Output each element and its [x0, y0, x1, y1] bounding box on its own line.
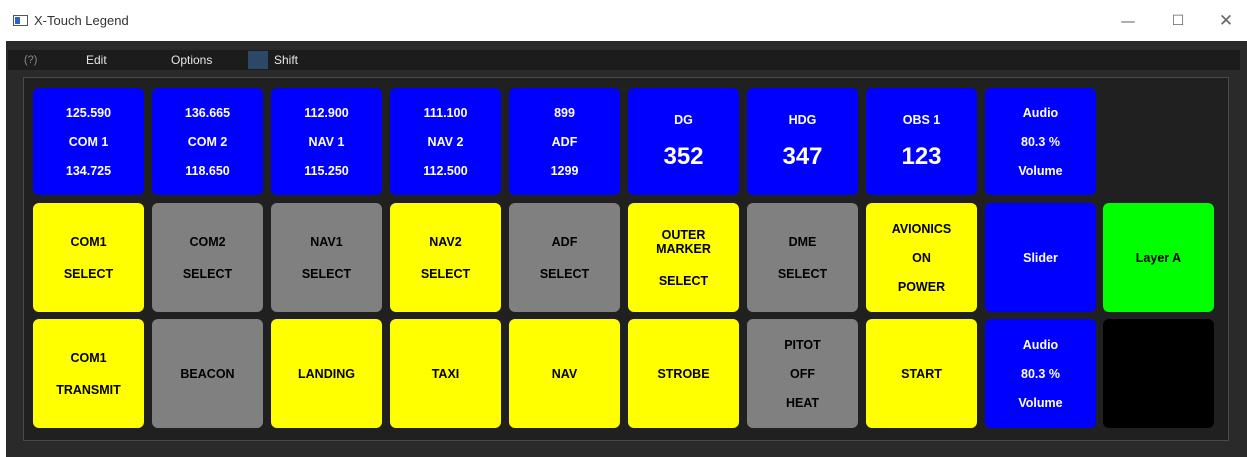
key-line: START	[901, 366, 942, 381]
key-line: SELECT	[182, 266, 233, 281]
key-line: 136.665	[184, 105, 231, 120]
menu-options[interactable]: Options	[171, 50, 212, 70]
menu-edit[interactable]: Edit	[86, 50, 107, 70]
key-landing[interactable]: LANDING	[271, 319, 382, 428]
key-line: MARKER	[656, 241, 711, 256]
key-nav2-select[interactable]: NAV2 SELECT	[390, 203, 501, 312]
key-line: Slider	[1023, 250, 1058, 265]
key-line: COM2	[189, 234, 226, 249]
key-line: LANDING	[298, 366, 355, 381]
key-line: ADF	[551, 234, 578, 249]
key-value: 352	[663, 143, 704, 170]
key-line: TAXI	[431, 366, 460, 381]
key-line: SELECT	[301, 266, 352, 281]
key-line: BEACON	[180, 366, 235, 381]
key-nav1-select[interactable]: NAV1 SELECT	[271, 203, 382, 312]
key-value: 123	[901, 143, 942, 170]
key-line: OUTER	[661, 227, 706, 242]
key-outer-marker-select[interactable]: OUTER MARKER SELECT	[628, 203, 739, 312]
key-line: SELECT	[420, 266, 471, 281]
key-empty[interactable]	[1103, 319, 1214, 428]
maximize-button[interactable]: ☐	[1164, 9, 1192, 33]
key-line: COM 1	[68, 134, 109, 149]
key-line: 112.500	[423, 163, 468, 178]
key-line: 80.3 %	[1021, 366, 1060, 381]
key-line: POWER	[897, 279, 946, 294]
shift-indicator[interactable]	[248, 51, 268, 69]
key-line: Volume	[1018, 163, 1063, 178]
key-nav1-display[interactable]: 112.900 NAV 1 115.250	[271, 88, 382, 195]
key-line: 115.250	[304, 163, 349, 178]
close-button[interactable]: ✕	[1212, 9, 1240, 33]
key-beacon[interactable]: BEACON	[152, 319, 263, 428]
key-com1-display[interactable]: 125.590 COM 1 134.725	[33, 88, 144, 195]
key-line: 111.100	[423, 105, 468, 120]
key-audio-volume-top[interactable]: Audio 80.3 % Volume	[985, 88, 1096, 195]
key-com2-select[interactable]: COM2 SELECT	[152, 203, 263, 312]
key-line: 134.725	[65, 163, 112, 178]
key-layer-a[interactable]: Layer A	[1103, 203, 1214, 312]
key-line: SELECT	[539, 266, 590, 281]
key-line: Layer A	[1135, 250, 1182, 265]
menu-bar: (?) Edit Options Shift	[8, 50, 1240, 70]
key-start[interactable]: START	[866, 319, 977, 428]
key-line: NAV2	[429, 234, 462, 249]
key-line: OBS 1	[902, 113, 941, 127]
key-line: NAV 2	[427, 134, 464, 149]
key-line: COM 2	[187, 134, 228, 149]
title-bar: X-Touch Legend — ☐ ✕	[0, 0, 1247, 42]
key-line: Audio	[1022, 337, 1059, 352]
minimize-button[interactable]: —	[1114, 9, 1142, 33]
menu-shift[interactable]: Shift	[274, 50, 298, 70]
key-line: SELECT	[63, 266, 114, 281]
key-audio-volume-bottom[interactable]: Audio 80.3 % Volume	[985, 319, 1096, 428]
key-line: ON	[912, 250, 931, 265]
key-line: 899	[554, 105, 575, 120]
window-title: X-Touch Legend	[34, 13, 129, 28]
key-line: AVIONICS	[891, 221, 952, 236]
key-line: DG	[674, 113, 693, 127]
key-line: HDG	[788, 113, 817, 127]
key-taxi[interactable]: TAXI	[390, 319, 501, 428]
key-line: ADF	[551, 134, 578, 149]
key-adf-display[interactable]: 899 ADF 1299	[509, 88, 620, 195]
key-line: COM1	[70, 234, 107, 249]
key-line: SELECT	[777, 266, 828, 281]
key-line: NAV1	[310, 234, 343, 249]
key-com2-display[interactable]: 136.665 COM 2 118.650	[152, 88, 263, 195]
key-line: 118.650	[185, 163, 230, 178]
key-line: Audio	[1022, 105, 1059, 120]
key-avionics-power[interactable]: AVIONICS ON POWER	[866, 203, 977, 312]
key-line: OFF	[790, 366, 815, 381]
key-strobe[interactable]: STROBE	[628, 319, 739, 428]
key-line: NAV 1	[308, 134, 345, 149]
key-dg-display[interactable]: DG 352	[628, 88, 739, 195]
key-line: 80.3 %	[1021, 134, 1060, 149]
key-nav2-display[interactable]: 111.100 NAV 2 112.500	[390, 88, 501, 195]
key-slider[interactable]: Slider	[985, 203, 1096, 312]
key-com1-select[interactable]: COM1 SELECT	[33, 203, 144, 312]
key-line: DME	[788, 234, 817, 249]
key-line: 125.590	[65, 105, 112, 120]
menu-help[interactable]: (?)	[24, 50, 37, 70]
key-line: 1299	[550, 163, 579, 178]
key-line: COM1	[70, 350, 107, 365]
key-hdg-display[interactable]: HDG 347	[747, 88, 858, 195]
key-pitot-heat[interactable]: PITOT OFF HEAT	[747, 319, 858, 428]
key-line: SELECT	[658, 273, 709, 288]
key-line: STROBE	[657, 366, 710, 381]
key-value: 347	[782, 143, 823, 170]
key-line: NAV	[551, 366, 578, 381]
key-com1-transmit[interactable]: COM1 TRANSMIT	[33, 319, 144, 428]
key-obs1-display[interactable]: OBS 1 123	[866, 88, 977, 195]
key-dme-select[interactable]: DME SELECT	[747, 203, 858, 312]
key-line: PITOT	[784, 337, 821, 352]
key-line: HEAT	[785, 395, 820, 410]
key-line: TRANSMIT	[56, 382, 121, 397]
key-adf-select[interactable]: ADF SELECT	[509, 203, 620, 312]
key-line: Volume	[1018, 395, 1063, 410]
key-nav[interactable]: NAV	[509, 319, 620, 428]
app-icon	[13, 15, 28, 26]
key-line: 112.900	[304, 105, 349, 120]
